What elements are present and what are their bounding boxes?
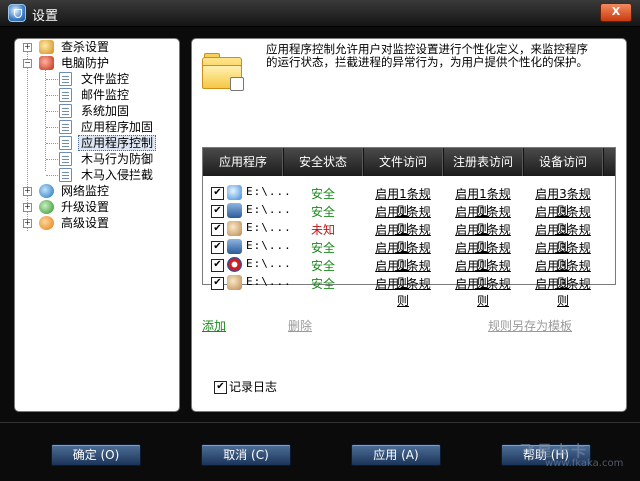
row-checkbox[interactable]: ✔: [211, 277, 224, 290]
status-text: 安全: [310, 259, 335, 273]
tree-item-label: 网络监控: [61, 184, 110, 198]
tree-item-label: 查杀设置: [61, 40, 110, 54]
application-icon: [227, 275, 242, 290]
tree-item-label: 系统加固: [81, 104, 130, 118]
upgrade-icon: [39, 200, 54, 214]
tree-item-label: 木马入侵拦截: [81, 168, 154, 182]
tree-connector: [46, 127, 58, 128]
folder-icon: [202, 53, 244, 91]
row-checkbox[interactable]: ✔: [211, 187, 224, 200]
document-icon: [59, 152, 72, 166]
app-path: E:\...: [246, 203, 292, 216]
add-link[interactable]: 添加: [202, 317, 226, 334]
delete-link[interactable]: 删除: [288, 317, 312, 334]
shield-icon: [39, 56, 54, 70]
app-path: E:\...: [246, 239, 292, 252]
tree-item-label: 应用程序加固: [81, 120, 154, 134]
application-icon: [227, 185, 242, 200]
table-header: 应用程序 安全状态 文件访问 注册表访问 设备访问: [203, 148, 615, 176]
document-icon: [59, 136, 72, 150]
media-player-icon: [227, 257, 242, 272]
cancel-button[interactable]: 取消 (C): [201, 444, 291, 466]
expand-icon[interactable]: +: [23, 43, 32, 52]
column-header-registry[interactable]: 注册表访问: [443, 148, 524, 176]
document-badge-icon: [230, 77, 244, 91]
title-bar: 设置 X: [0, 0, 640, 27]
tree-connector: [46, 111, 58, 112]
row-checkbox[interactable]: ✔: [211, 241, 224, 254]
row-checkbox[interactable]: ✔: [211, 205, 224, 218]
tree-item-label: 木马行为防御: [81, 152, 154, 166]
tree-connector: [46, 95, 58, 96]
status-text: 未知: [310, 223, 335, 237]
tree-connector: [46, 175, 58, 176]
gear-icon: [39, 216, 54, 230]
status-text: 安全: [310, 241, 335, 255]
app-rules-table: 应用程序 安全状态 文件访问 注册表访问 设备访问 ✔ E:\... 安全 启用…: [202, 147, 616, 308]
tree-connector: [46, 159, 58, 160]
network-icon: [39, 184, 54, 198]
tree-item-label: 升级设置: [61, 200, 110, 214]
app-path: E:\...: [246, 185, 292, 198]
expand-icon[interactable]: +: [23, 203, 32, 212]
document-icon: [59, 168, 72, 182]
document-icon: [59, 120, 72, 134]
shield-icon: [8, 4, 26, 22]
app-path: E:\...: [246, 221, 292, 234]
expand-icon[interactable]: +: [23, 187, 32, 196]
registry-rule-link[interactable]: 启用1条规则: [451, 275, 515, 309]
tree-item-label: 邮件监控: [81, 88, 130, 102]
log-checkbox[interactable]: ✔: [214, 381, 227, 394]
collapse-icon[interactable]: −: [23, 59, 32, 68]
app-path: E:\...: [246, 275, 292, 288]
column-header-status[interactable]: 安全状态: [283, 148, 364, 176]
document-icon: [59, 88, 72, 102]
document-icon: [59, 104, 72, 118]
tree-connector: [46, 143, 58, 144]
search-icon: [39, 40, 54, 54]
save-template-link[interactable]: 规则另存为模板: [488, 317, 572, 334]
status-text: 安全: [310, 205, 335, 219]
tree-item-label-selected: 应用程序控制: [78, 135, 157, 151]
application-icon: [227, 221, 242, 236]
log-label: 记录日志: [229, 380, 278, 394]
installer-icon: [227, 239, 242, 254]
table-row[interactable]: ✔ E:\... 安全 启用1条规则 启用1条规则 启用3条规则: [203, 202, 615, 236]
column-header-file[interactable]: 文件访问: [363, 148, 444, 176]
table-row[interactable]: ✔ E:\... 未知 启用1条规则 启用1条规则 启用3条规则: [203, 220, 615, 254]
tree-item-label: 电脑防护: [61, 56, 110, 70]
row-checkbox[interactable]: ✔: [211, 223, 224, 236]
column-header-device[interactable]: 设备访问: [523, 148, 604, 176]
column-header-app[interactable]: 应用程序: [203, 148, 284, 176]
tree-item-label: 高级设置: [61, 216, 110, 230]
status-text: 安全: [310, 277, 335, 291]
app-path: E:\...: [246, 257, 292, 270]
apply-button[interactable]: 应用 (A): [351, 444, 441, 466]
watermark-url: www.fkaka.com: [545, 458, 624, 469]
status-text: 安全: [310, 187, 335, 201]
window-title: 设置: [32, 9, 59, 24]
settings-tree: + 查杀设置 − 电脑防护 文件监控 邮件监控 系统加固 应用程序加固 应用程序…: [14, 38, 180, 412]
device-rule-link[interactable]: 启用3条规则: [531, 275, 595, 309]
tree-item-label: 文件监控: [81, 72, 130, 86]
table-row[interactable]: ✔ E:\... 安全 启用1条规则 启用1条规则 启用3条规则: [203, 274, 615, 308]
app-control-panel: 应用程序控制允许用户对监控设置进行个性化定义，来监控程序的运行状态，拦截进程的异…: [191, 38, 627, 412]
table-row[interactable]: ✔ E:\... 安全 启用1条规则 启用1条规则 启用3条规则: [203, 256, 615, 290]
description-text: 应用程序控制允许用户对监控设置进行个性化定义，来监控程序的运行状态，拦截进程的异…: [266, 42, 588, 69]
document-icon: [59, 72, 72, 86]
file-rule-link[interactable]: 启用1条规则: [371, 275, 435, 309]
installer-icon: [227, 203, 242, 218]
tree-connector: [45, 67, 46, 171]
table-row[interactable]: ✔ E:\... 安全 启用1条规则 启用1条规则 启用3条规则: [203, 238, 615, 272]
row-checkbox[interactable]: ✔: [211, 259, 224, 272]
tree-connector: [46, 79, 58, 80]
close-button[interactable]: X: [600, 3, 632, 22]
table-row[interactable]: ✔ E:\... 安全 启用1条规则 启用1条规则 启用3条规则: [203, 184, 615, 218]
ok-button[interactable]: 确定 (O): [51, 444, 141, 466]
expand-icon[interactable]: +: [23, 219, 32, 228]
